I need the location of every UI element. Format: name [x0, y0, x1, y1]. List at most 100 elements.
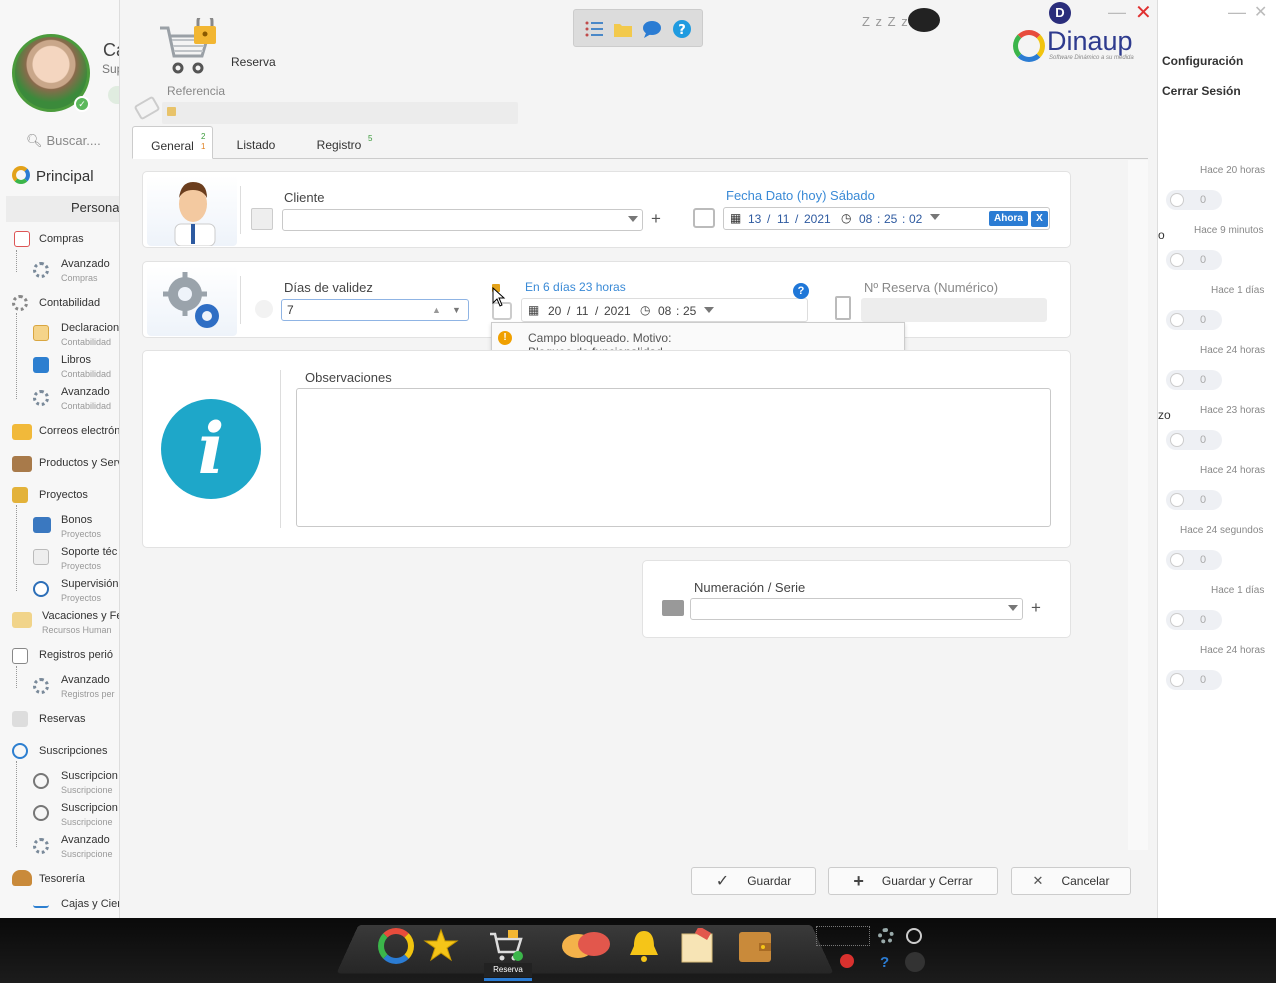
sidebar-item-registros[interactable]: Registros perió [39, 649, 113, 661]
bell-icon[interactable] [626, 928, 662, 964]
folder-icon[interactable] [613, 19, 633, 39]
minimize-button[interactable]: — [1228, 2, 1246, 23]
notification-pill[interactable]: 0 [1166, 310, 1222, 330]
sidebar-item-compras[interactable]: Compras [39, 233, 84, 245]
sidebar-item-avanzado[interactable]: Avanzado [61, 386, 110, 398]
personal-section[interactable]: Personal [71, 200, 119, 215]
tooltip-line-1: Campo bloqueado. Motivo: [528, 331, 672, 345]
cancel-button[interactable]: ✕ Cancelar [1011, 867, 1131, 895]
online-status-icon: ✓ [74, 96, 90, 112]
sidebar-item-avanzado[interactable]: Avanzado [61, 258, 110, 270]
pin-icon[interactable] [905, 952, 925, 972]
grid-icon[interactable] [816, 926, 870, 946]
fecha-day[interactable]: 13 [748, 212, 761, 226]
minimize-button[interactable]: — [1108, 2, 1126, 23]
notification-pill[interactable]: 0 [1166, 610, 1222, 630]
sidebar-principal[interactable]: Principal [12, 166, 94, 185]
observaciones-textarea[interactable] [296, 388, 1051, 527]
notification-pill[interactable]: 0 [1166, 550, 1222, 570]
sidebar-item-avanzado[interactable]: Avanzado [61, 674, 110, 686]
save-close-button[interactable]: + Guardar y Cerrar [828, 867, 998, 895]
dias-spinner[interactable]: 7 ▲ ▼ [281, 299, 469, 321]
notification-pill[interactable]: 0 [1166, 670, 1222, 690]
wallet-icon[interactable] [737, 928, 773, 964]
cloud-error-icon[interactable] [816, 952, 870, 972]
close-icon: ✕ [1032, 873, 1044, 888]
notification-time: Hace 24 horas [1200, 465, 1266, 476]
sidebar-item-suscripciones[interactable]: Suscripciones [39, 745, 107, 757]
notification-pill[interactable]: 0 [1166, 190, 1222, 210]
fecha-year[interactable]: 2021 [804, 212, 831, 226]
notification-pill[interactable]: 0 [1166, 490, 1222, 510]
notes-icon[interactable] [680, 928, 716, 964]
help-icon[interactable]: ? [672, 19, 692, 39]
notification-pill[interactable]: 0 [1166, 430, 1222, 450]
star-icon[interactable] [423, 928, 459, 964]
sep: / [795, 212, 799, 226]
sidebar-search[interactable]: 🔍︎ Buscar.... [22, 133, 101, 149]
sidebar-item-vacaciones[interactable]: Vacaciones y Fe [42, 610, 119, 622]
clear-date-button[interactable]: X [1031, 211, 1048, 227]
sidebar-item-tesoreria[interactable]: Tesorería [39, 873, 85, 885]
reference-field[interactable] [162, 102, 518, 124]
gear-icon[interactable] [878, 928, 894, 944]
sidebar-item-productos[interactable]: Productos y Serv [39, 457, 119, 469]
tab-listado[interactable]: Listado [228, 126, 284, 159]
chat-icon[interactable] [642, 19, 662, 39]
add-series-button[interactable]: + [1031, 598, 1041, 618]
chat-bubbles-icon[interactable] [560, 928, 612, 964]
notification-pill[interactable]: 0 [1166, 250, 1222, 270]
sidebar-item-declaraciones[interactable]: Declaracion [61, 322, 119, 334]
sidebar-item-sub: Contabilidad [61, 369, 112, 379]
sidebar-item-reservas[interactable]: Reservas [39, 713, 85, 725]
tab-registro[interactable]: Registro 5 [312, 126, 373, 159]
list-icon[interactable] [584, 19, 604, 39]
sidebar-item-correos[interactable]: Correos electrón [39, 425, 119, 437]
sidebar-item-avanzado[interactable]: Avanzado [61, 834, 110, 846]
add-client-button[interactable]: + [651, 209, 661, 229]
chevron-down-icon[interactable] [930, 214, 940, 220]
close-button[interactable]: ✕ [1135, 0, 1152, 25]
sidebar-item-bonos[interactable]: Bonos [61, 514, 92, 526]
sidebar-item-proyectos[interactable]: Proyectos [39, 489, 88, 501]
fecha-month[interactable]: 11 [777, 212, 789, 226]
vence-minute: 25 [683, 304, 697, 318]
help-icon[interactable]: ? [793, 283, 809, 299]
user-role: Sup [102, 62, 119, 76]
user-name: Ca [103, 40, 119, 60]
fecha-hour[interactable]: 08 [859, 212, 872, 226]
user-badge[interactable]: D [1049, 2, 1071, 24]
sidebar-item-supervision[interactable]: Supervisión [61, 578, 118, 590]
sidebar-item-soporte[interactable]: Soporte téc [61, 546, 117, 558]
cart-lock-icon [160, 18, 216, 74]
ahora-button[interactable]: Ahora [989, 211, 1028, 226]
active-indicator [484, 978, 532, 981]
numeracion-select[interactable] [690, 598, 1023, 620]
fecha-field[interactable]: ▦ 13 / 11 / 2021 ◷ 08 : 25 : 02 Ahora X [723, 207, 1050, 230]
close-panel-button[interactable]: ✕ [1254, 2, 1267, 22]
chevron-down-icon[interactable]: ▼ [452, 305, 461, 315]
sidebar-item-contabilidad[interactable]: Contabilidad [39, 297, 100, 309]
client-id-icon [251, 208, 273, 230]
notification-pill[interactable]: 0 [1166, 370, 1222, 390]
sidebar-item-libros[interactable]: Libros [61, 354, 91, 366]
cliente-select[interactable] [282, 209, 643, 231]
help-icon[interactable]: ? [880, 954, 894, 971]
fecha-minute[interactable]: 25 [884, 212, 897, 226]
info-icon: i [161, 399, 261, 499]
sidebar-item-suscripcion-2[interactable]: Suscripcion [61, 802, 118, 814]
dinaup-home-icon[interactable] [378, 928, 414, 964]
fecha-label: Fecha Dato (hoy) Sábado [726, 188, 875, 203]
sidebar-item-cajas[interactable]: Cajas y Cier [61, 898, 119, 910]
logout-link[interactable]: Cerrar Sesión [1162, 84, 1241, 98]
principal-label: Principal [36, 168, 94, 185]
sidebar-item-suscripcion-1[interactable]: Suscripcion [61, 770, 118, 782]
tab-general[interactable]: General 2 1 [132, 126, 213, 159]
save-button[interactable]: ✓ Guardar [691, 867, 816, 895]
config-link[interactable]: Configuración [1162, 54, 1243, 68]
fecha-second[interactable]: 02 [909, 212, 922, 226]
history-icon[interactable] [906, 928, 922, 944]
tab-badge-top: 2 [201, 132, 206, 141]
cart-icon[interactable] [488, 928, 524, 964]
spin-up-icon[interactable]: ▲ [432, 305, 441, 315]
